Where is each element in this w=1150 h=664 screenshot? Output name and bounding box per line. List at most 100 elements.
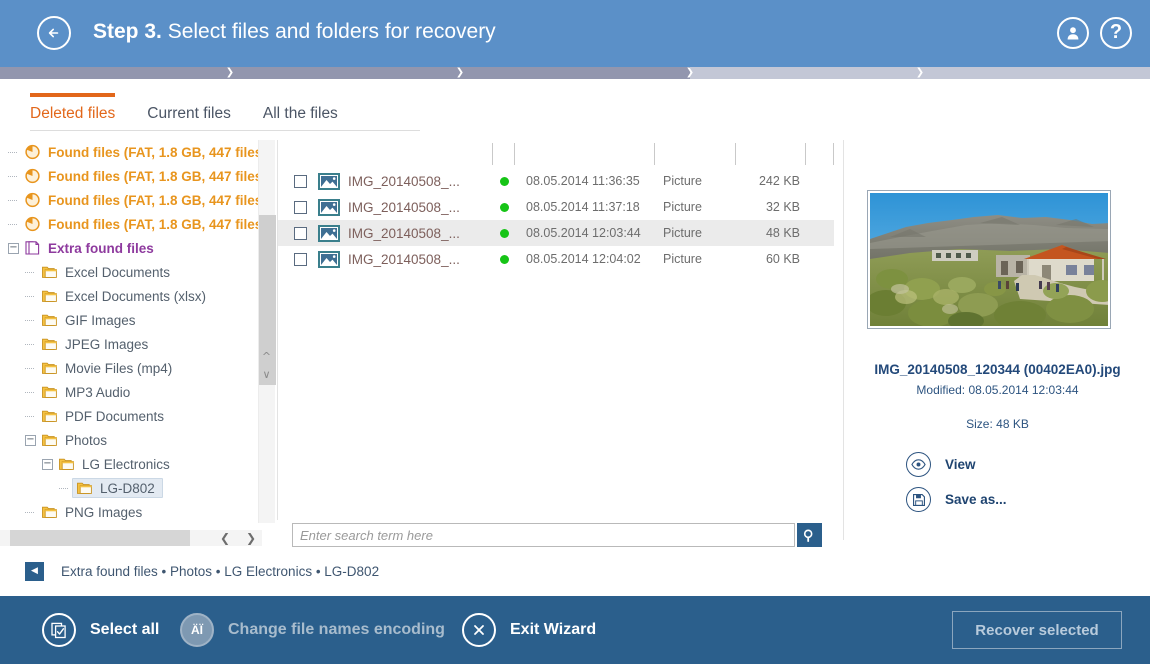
tree-item-label: Found files (FAT, 1.8 GB, 447 files <box>48 192 262 208</box>
tree-item-extra-found-files[interactable]: − Extra found files <box>0 236 262 260</box>
view-label: View <box>945 457 976 472</box>
back-button[interactable] <box>37 16 71 50</box>
tree-item-jpeg-images[interactable]: JPEG Images <box>0 332 262 356</box>
folder-icon <box>77 482 92 494</box>
tree-item-mp3-audio[interactable]: MP3 Audio <box>0 380 262 404</box>
tree-item-label: MP3 Audio <box>65 384 131 400</box>
encoding-ab-icon: ÄÏ <box>191 623 203 637</box>
tree-item-found-files-fat-1-8-gb-447-files[interactable]: Found files (FAT, 1.8 GB, 447 files <box>0 188 262 212</box>
tree-item-lg-electronics[interactable]: − LG Electronics <box>0 452 262 476</box>
tree-item-found-files-fat-1-8-gb-447-files[interactable]: Found files (FAT, 1.8 GB, 447 files <box>0 140 262 164</box>
preview-thumbnail-frame[interactable] <box>867 190 1111 329</box>
preview-filename: IMG_20140508_120344 (00402EA0).jpg <box>874 362 1121 377</box>
save-as-button[interactable]: Save as... <box>906 487 1007 512</box>
column-separator[interactable] <box>492 143 493 165</box>
status-badge <box>500 176 509 186</box>
app-header: Step 3. Select files and folders for rec… <box>0 0 1150 67</box>
preview-size: Size: 48 KB <box>966 417 1029 431</box>
wizard-progress-bar: ❯ ❯ ❯ ❯ <box>0 67 1150 79</box>
folder-icon <box>42 362 57 374</box>
column-separator[interactable] <box>735 143 736 165</box>
sidebar-scroll-right-button[interactable]: ❯ <box>242 530 260 546</box>
tree-connector <box>25 339 36 350</box>
tree-item-label: LG Electronics <box>82 456 170 472</box>
step-separator: ❯ <box>225 67 235 78</box>
tree-item-found-files-fat-1-8-gb-447-files[interactable]: Found files (FAT, 1.8 GB, 447 files <box>0 212 262 236</box>
file-name: IMG_20140508_... <box>348 225 460 241</box>
tree-item-photos[interactable]: − Photos <box>0 428 262 452</box>
search-input[interactable] <box>292 523 795 547</box>
save-icon-circle <box>906 487 931 512</box>
row-checkbox[interactable] <box>294 252 307 266</box>
row-checkbox[interactable] <box>294 174 307 188</box>
account-button[interactable] <box>1057 17 1089 49</box>
tree-item-movie-files-mp4[interactable]: Movie Files (mp4) <box>0 356 262 380</box>
file-name: IMG_20140508_... <box>348 173 460 189</box>
file-date: 08.05.2014 12:03:44 <box>526 226 641 240</box>
row-checkbox[interactable] <box>294 226 307 240</box>
tab-current-files[interactable]: Current files <box>147 93 231 133</box>
folder-icon <box>42 434 57 446</box>
tree-connector <box>25 411 36 422</box>
column-separator[interactable] <box>833 143 834 165</box>
view-button[interactable]: View <box>906 452 976 477</box>
tree-collapse-toggle[interactable]: − <box>25 434 36 446</box>
select-all-button[interactable]: Select all <box>42 613 159 647</box>
tree-collapse-toggle[interactable]: − <box>8 242 19 254</box>
table-row[interactable]: IMG_20140508_... 08.05.2014 12:04:02 Pictu… <box>278 246 834 272</box>
file-view-tabs: Deleted files Current files All the file… <box>30 93 420 131</box>
exit-wizard-button[interactable]: Exit Wizard <box>462 613 596 647</box>
recover-selected-button[interactable]: Recover selected <box>952 611 1122 649</box>
folder-icon <box>42 314 57 326</box>
file-type: Picture <box>663 226 702 240</box>
folder-tree[interactable]: Found files (FAT, 1.8 GB, 447 files Found… <box>0 140 262 540</box>
tree-item-label: Excel Documents (xlsx) <box>65 288 207 304</box>
sidebar-scroll-up-button[interactable]: ^ <box>258 348 275 365</box>
sidebar-horizontal-scrollbar[interactable]: ❮ ❯ <box>0 530 262 546</box>
file-list-pane: IMG_20140508_... 08.05.2014 11:36:35 Pictu… <box>277 140 834 520</box>
sidebar-vertical-scrollbar[interactable] <box>258 140 276 523</box>
tree-item-label: PNG Images <box>65 504 143 520</box>
tree-item-excel-documents[interactable]: Excel Documents <box>0 260 262 284</box>
tab-all-files[interactable]: All the files <box>263 93 338 133</box>
tree-item-png-images[interactable]: PNG Images <box>0 500 262 524</box>
save-as-label: Save as... <box>945 492 1007 507</box>
step-separator: ❯ <box>685 67 695 78</box>
table-row[interactable]: IMG_20140508_... 08.05.2014 11:36:35 Pictu… <box>278 168 834 194</box>
column-header-row <box>278 140 834 168</box>
row-checkbox[interactable] <box>294 200 307 214</box>
folder-icon <box>59 458 74 470</box>
tree-item-gif-images[interactable]: GIF Images <box>0 308 262 332</box>
breadcrumb-back-button[interactable]: ◀ <box>25 561 44 581</box>
tree-item-found-files-fat-1-8-gb-447-files[interactable]: Found files (FAT, 1.8 GB, 447 files <box>0 164 262 188</box>
file-type: Picture <box>663 174 702 188</box>
view-icon-circle <box>906 452 931 477</box>
help-button[interactable]: ? <box>1100 17 1132 49</box>
column-separator[interactable] <box>805 143 806 165</box>
sidebar-scroll-down-button[interactable]: ∨ <box>258 366 275 383</box>
tree-item-lg-d802[interactable]: LG-D802 <box>0 476 262 500</box>
folder-icon <box>42 506 57 518</box>
column-separator[interactable] <box>654 143 655 165</box>
tree-item-label: Found files (FAT, 1.8 GB, 447 files <box>48 144 262 160</box>
tree-connector <box>25 267 36 278</box>
sidebar-horizontal-scroll-thumb[interactable] <box>10 530 190 546</box>
tree-collapse-toggle[interactable]: − <box>42 458 53 470</box>
change-encoding-button[interactable]: ÄÏ Change file names encoding <box>180 613 445 647</box>
tree-item-excel-documents-xlsx[interactable]: Excel Documents (xlsx) <box>0 284 262 308</box>
tab-deleted-files[interactable]: Deleted files <box>30 93 116 133</box>
column-separator[interactable] <box>514 143 515 165</box>
table-row[interactable]: IMG_20140508_... 08.05.2014 11:37:18 Pictu… <box>278 194 834 220</box>
table-row[interactable]: IMG_20140508_... 08.05.2014 12:03:44 Pictu… <box>278 220 834 246</box>
tree-item-pdf-documents[interactable]: PDF Documents <box>0 404 262 428</box>
select-all-icon-circle <box>42 613 76 647</box>
image-file-icon <box>318 250 340 268</box>
tree-item-label: Found files (FAT, 1.8 GB, 447 files <box>48 216 262 232</box>
file-size: 60 KB <box>765 252 800 266</box>
tree-item-label: PDF Documents <box>65 408 165 424</box>
step-separator: ❯ <box>455 67 465 78</box>
search-button[interactable] <box>797 523 822 547</box>
sidebar-scroll-left-button[interactable]: ❮ <box>216 530 234 546</box>
search-bar <box>292 523 822 547</box>
breadcrumb-path[interactable]: Extra found files • Photos • LG Electron… <box>61 564 379 579</box>
